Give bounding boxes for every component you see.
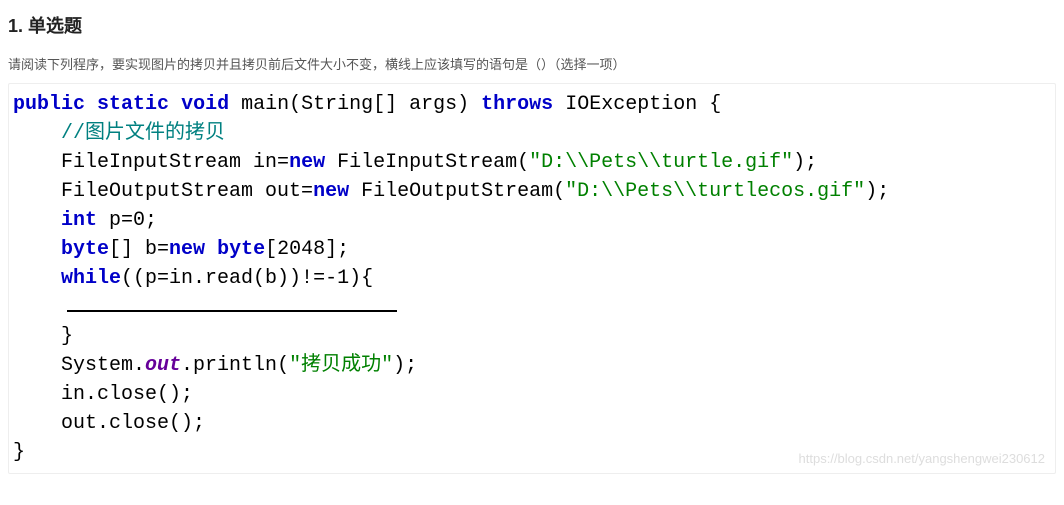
- fis-decl-a: FileInputStream in=: [61, 151, 289, 174]
- comment-line: //图片文件的拷贝: [61, 122, 225, 145]
- int-line: p=0;: [97, 209, 157, 232]
- keyword-new: new: [169, 238, 205, 261]
- keyword-int: int: [61, 209, 97, 232]
- out-close: out.close();: [61, 412, 205, 435]
- question-description: 请阅读下列程序，要实现图片的拷贝并且拷贝前后文件大小不变，横线上应该填写的语句是…: [8, 54, 1056, 73]
- keyword-new: new: [313, 180, 349, 203]
- keyword-public: public: [13, 93, 85, 116]
- system: System.: [61, 354, 145, 377]
- println-b: );: [393, 354, 417, 377]
- byte-a: [] b=: [109, 238, 169, 261]
- byte-b: [2048];: [265, 238, 349, 261]
- keyword-throws: throws: [481, 93, 553, 116]
- watermark: https://blog.csdn.net/yangshengwei230612: [799, 450, 1045, 469]
- println-a: .println(: [181, 354, 289, 377]
- fos-decl-a: FileOutputStream out=: [61, 180, 313, 203]
- close-brace: }: [13, 441, 25, 464]
- method-main: main: [241, 93, 289, 116]
- code-block: public static void main(String[] args) t…: [8, 83, 1056, 474]
- keyword-byte: byte: [61, 238, 109, 261]
- keyword-byte: byte: [217, 238, 265, 261]
- fis-decl-c: );: [793, 151, 817, 174]
- fis-decl-b: FileInputStream(: [325, 151, 529, 174]
- string-literal: "D:\\Pets\\turtle.gif": [529, 151, 793, 174]
- main-args: (String[] args): [289, 93, 469, 116]
- in-close: in.close();: [61, 383, 193, 406]
- keyword-static: static: [97, 93, 169, 116]
- close-brace: }: [61, 325, 73, 348]
- fos-decl-c: );: [865, 180, 889, 203]
- keyword-while: while: [61, 267, 121, 290]
- string-literal: "D:\\Pets\\turtlecos.gif": [565, 180, 865, 203]
- string-literal: "拷贝成功": [289, 354, 393, 377]
- keyword-new: new: [289, 151, 325, 174]
- out-field: out: [145, 354, 181, 377]
- io-exception: IOException {: [565, 93, 721, 116]
- question-header: 1. 单选题: [8, 12, 1056, 38]
- fos-decl-b: FileOutputStream(: [349, 180, 565, 203]
- keyword-void: void: [181, 93, 229, 116]
- while-cond: ((p=in.read(b))!=-1){: [121, 267, 373, 290]
- fill-in-blank: [67, 310, 397, 312]
